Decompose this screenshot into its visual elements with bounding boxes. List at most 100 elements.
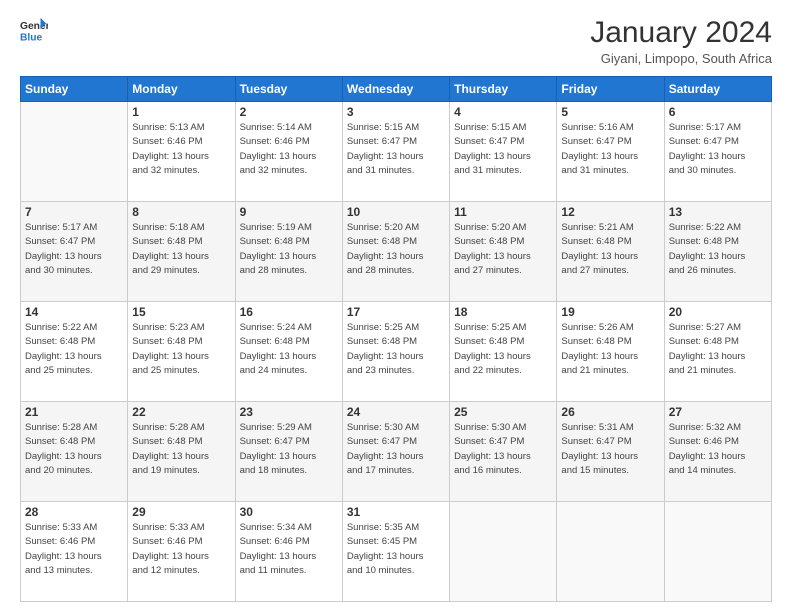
day-number: 8 [132,205,230,219]
day-info: Sunrise: 5:30 AMSunset: 6:47 PMDaylight:… [454,421,552,478]
day-number: 17 [347,305,445,319]
day-info: Sunrise: 5:27 AMSunset: 6:48 PMDaylight:… [669,321,767,378]
calendar-header-tuesday: Tuesday [235,77,342,102]
calendar-cell: 11 Sunrise: 5:20 AMSunset: 6:48 PMDayligh… [450,202,557,302]
calendar-week-3: 14 Sunrise: 5:22 AMSunset: 6:48 PMDayligh… [21,302,772,402]
calendar-cell: 20 Sunrise: 5:27 AMSunset: 6:48 PMDayligh… [664,302,771,402]
day-info: Sunrise: 5:18 AMSunset: 6:48 PMDaylight:… [132,221,230,278]
title-block: January 2024 Giyani, Limpopo, South Afri… [590,16,772,66]
calendar-cell: 2 Sunrise: 5:14 AMSunset: 6:46 PMDaylight… [235,102,342,202]
day-info: Sunrise: 5:34 AMSunset: 6:46 PMDaylight:… [240,521,338,578]
day-info: Sunrise: 5:22 AMSunset: 6:48 PMDaylight:… [25,321,123,378]
day-number: 4 [454,105,552,119]
day-info: Sunrise: 5:15 AMSunset: 6:47 PMDaylight:… [454,121,552,178]
calendar-cell: 8 Sunrise: 5:18 AMSunset: 6:48 PMDaylight… [128,202,235,302]
day-info: Sunrise: 5:30 AMSunset: 6:47 PMDaylight:… [347,421,445,478]
calendar-cell: 14 Sunrise: 5:22 AMSunset: 6:48 PMDayligh… [21,302,128,402]
calendar-header-sunday: Sunday [21,77,128,102]
calendar-cell [21,102,128,202]
day-info: Sunrise: 5:22 AMSunset: 6:48 PMDaylight:… [669,221,767,278]
calendar-cell: 1 Sunrise: 5:13 AMSunset: 6:46 PMDaylight… [128,102,235,202]
day-number: 25 [454,405,552,419]
main-title: January 2024 [590,16,772,49]
day-info: Sunrise: 5:28 AMSunset: 6:48 PMDaylight:… [25,421,123,478]
header: General Blue January 2024 Giyani, Limpop… [20,16,772,66]
subtitle: Giyani, Limpopo, South Africa [590,51,772,66]
day-info: Sunrise: 5:20 AMSunset: 6:48 PMDaylight:… [454,221,552,278]
day-number: 12 [561,205,659,219]
logo: General Blue [20,16,48,44]
day-info: Sunrise: 5:21 AMSunset: 6:48 PMDaylight:… [561,221,659,278]
calendar-cell: 7Sunrise: 5:17 AMSunset: 6:47 PMDaylight… [21,202,128,302]
day-number: 24 [347,405,445,419]
day-info: Sunrise: 5:14 AMSunset: 6:46 PMDaylight:… [240,121,338,178]
day-info: Sunrise: 5:28 AMSunset: 6:48 PMDaylight:… [132,421,230,478]
calendar-header-thursday: Thursday [450,77,557,102]
day-number: 3 [347,105,445,119]
calendar-header-friday: Friday [557,77,664,102]
calendar-cell: 15Sunrise: 5:23 AMSunset: 6:48 PMDayligh… [128,302,235,402]
calendar-cell: 5 Sunrise: 5:16 AMSunset: 6:47 PMDaylight… [557,102,664,202]
calendar-header-saturday: Saturday [664,77,771,102]
calendar-week-2: 7Sunrise: 5:17 AMSunset: 6:47 PMDaylight… [21,202,772,302]
day-number: 18 [454,305,552,319]
calendar-cell [664,502,771,602]
calendar-cell: 17 Sunrise: 5:25 AMSunset: 6:48 PMDayligh… [342,302,449,402]
day-info: Sunrise: 5:25 AMSunset: 6:48 PMDaylight:… [347,321,445,378]
day-number: 30 [240,505,338,519]
day-number: 14 [25,305,123,319]
calendar-cell: 29 Sunrise: 5:33 AMSunset: 6:46 PMDayligh… [128,502,235,602]
day-info: Sunrise: 5:32 AMSunset: 6:46 PMDaylight:… [669,421,767,478]
day-number: 11 [454,205,552,219]
day-info: Sunrise: 5:19 AMSunset: 6:48 PMDaylight:… [240,221,338,278]
day-number: 23 [240,405,338,419]
day-number: 31 [347,505,445,519]
day-number: 2 [240,105,338,119]
calendar-header-row: SundayMondayTuesdayWednesdayThursdayFrid… [21,77,772,102]
calendar-cell: 4 Sunrise: 5:15 AMSunset: 6:47 PMDaylight… [450,102,557,202]
calendar-cell: 25 Sunrise: 5:30 AMSunset: 6:47 PMDayligh… [450,402,557,502]
day-number: 9 [240,205,338,219]
day-info: Sunrise: 5:33 AMSunset: 6:46 PMDaylight:… [132,521,230,578]
day-number: 6 [669,105,767,119]
calendar-cell: 18 Sunrise: 5:25 AMSunset: 6:48 PMDayligh… [450,302,557,402]
calendar-week-1: 1 Sunrise: 5:13 AMSunset: 6:46 PMDaylight… [21,102,772,202]
day-number: 22 [132,405,230,419]
day-number: 27 [669,405,767,419]
day-info: Sunrise: 5:20 AMSunset: 6:48 PMDaylight:… [347,221,445,278]
calendar-cell: 23 Sunrise: 5:29 AMSunset: 6:47 PMDayligh… [235,402,342,502]
day-info: Sunrise: 5:33 AMSunset: 6:46 PMDaylight:… [25,521,123,578]
calendar-cell: 16Sunrise: 5:24 AMSunset: 6:48 PMDayligh… [235,302,342,402]
calendar-cell: 21Sunrise: 5:28 AMSunset: 6:48 PMDayligh… [21,402,128,502]
day-info: Sunrise: 5:16 AMSunset: 6:47 PMDaylight:… [561,121,659,178]
day-number: 16 [240,305,338,319]
day-info: Sunrise: 5:25 AMSunset: 6:48 PMDaylight:… [454,321,552,378]
calendar-cell: 31Sunrise: 5:35 AMSunset: 6:45 PMDayligh… [342,502,449,602]
calendar-cell: 19Sunrise: 5:26 AMSunset: 6:48 PMDayligh… [557,302,664,402]
day-number: 10 [347,205,445,219]
calendar-cell: 28Sunrise: 5:33 AMSunset: 6:46 PMDayligh… [21,502,128,602]
day-number: 20 [669,305,767,319]
calendar-cell: 26 Sunrise: 5:31 AMSunset: 6:47 PMDayligh… [557,402,664,502]
calendar-cell: 13 Sunrise: 5:22 AMSunset: 6:48 PMDayligh… [664,202,771,302]
day-number: 26 [561,405,659,419]
calendar-cell: 22 Sunrise: 5:28 AMSunset: 6:48 PMDayligh… [128,402,235,502]
day-info: Sunrise: 5:31 AMSunset: 6:47 PMDaylight:… [561,421,659,478]
day-number: 1 [132,105,230,119]
day-info: Sunrise: 5:13 AMSunset: 6:46 PMDaylight:… [132,121,230,178]
calendar-cell [557,502,664,602]
calendar-cell: 9 Sunrise: 5:19 AMSunset: 6:48 PMDaylight… [235,202,342,302]
day-number: 13 [669,205,767,219]
calendar-cell: 10 Sunrise: 5:20 AMSunset: 6:48 PMDayligh… [342,202,449,302]
day-number: 29 [132,505,230,519]
svg-text:Blue: Blue [20,32,43,43]
day-info: Sunrise: 5:29 AMSunset: 6:47 PMDaylight:… [240,421,338,478]
page: General Blue January 2024 Giyani, Limpop… [0,0,792,612]
calendar-cell: 6Sunrise: 5:17 AMSunset: 6:47 PMDaylight… [664,102,771,202]
day-number: 5 [561,105,659,119]
calendar-cell: 30 Sunrise: 5:34 AMSunset: 6:46 PMDayligh… [235,502,342,602]
day-info: Sunrise: 5:26 AMSunset: 6:48 PMDaylight:… [561,321,659,378]
calendar-table: SundayMondayTuesdayWednesdayThursdayFrid… [20,76,772,602]
day-info: Sunrise: 5:17 AMSunset: 6:47 PMDaylight:… [25,221,123,278]
day-info: Sunrise: 5:23 AMSunset: 6:48 PMDaylight:… [132,321,230,378]
